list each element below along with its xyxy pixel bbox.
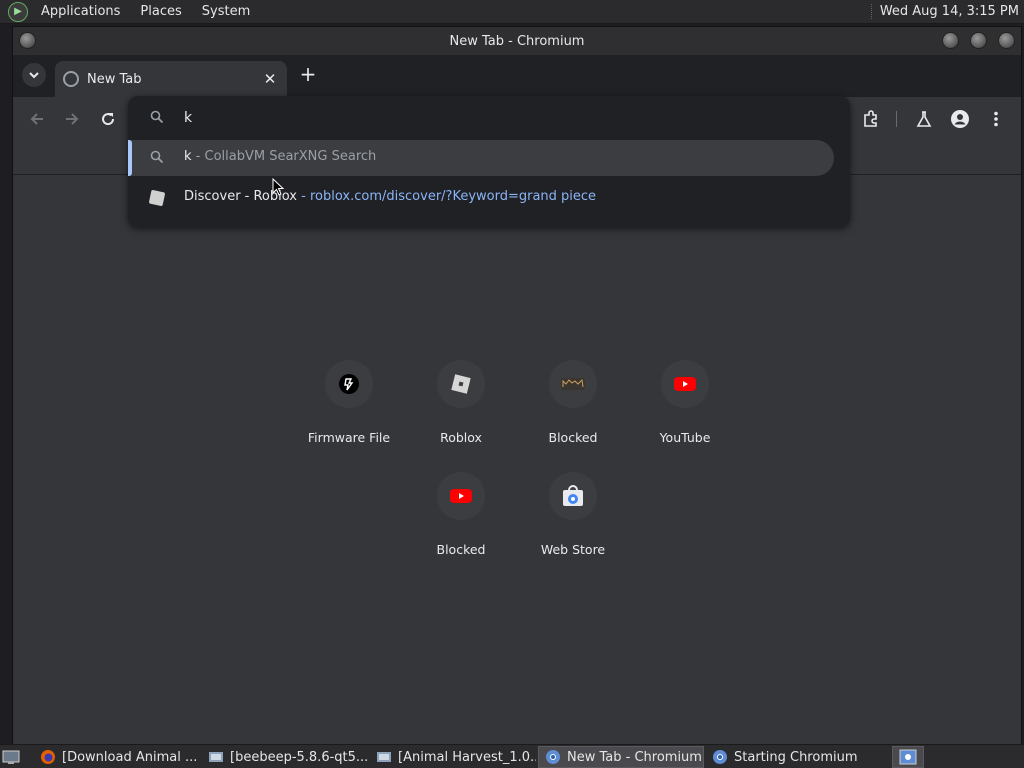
blocked-site-icon [549,360,597,408]
toolbar-divider [896,111,897,127]
menu-places[interactable]: Places [133,4,188,19]
top-panel: ▶ Applications Places System Wed Aug 14,… [0,0,1024,24]
suggestion-text: Discover - Roblox - roblox.com/discover/… [184,189,596,204]
shortcut-label: Blocked [548,430,598,445]
firefox-icon [41,750,55,764]
tab-strip: New Tab ✕ + [13,55,1021,97]
forward-button[interactable] [60,107,84,131]
suggestion-rest: - CollabVM SearXNG Search [191,149,377,164]
extensions-button[interactable] [859,107,883,131]
shortcut-youtube[interactable]: YouTube [629,360,741,472]
omnibox-dropdown: k - CollabVM SearXNG Search Discover - R… [128,96,850,227]
file-manager-icon [209,752,223,762]
back-button[interactable] [25,107,49,131]
window-titlebar[interactable]: New Tab - Chromium [13,27,1021,55]
selection-indicator [128,140,132,176]
desktop-icon [2,750,20,764]
suggestion-text: k - CollabVM SearXNG Search [184,149,376,164]
taskbar: [Download Animal ... [beebeep-5.8.6-qt5.… [0,744,1024,768]
window-title: New Tab - Chromium [449,33,585,49]
reload-button[interactable] [96,107,120,131]
firmware-file-icon [325,360,373,408]
search-icon [150,150,164,164]
search-icon [150,110,164,124]
avatar-icon [951,110,969,128]
suggestion-separator: - [297,189,310,204]
shortcut-firmware-file[interactable]: Firmware File [293,360,405,472]
kebab-menu-icon [994,111,998,127]
shortcut-label: Roblox [440,430,482,445]
reload-icon [102,113,115,126]
shortcut-label: Blocked [436,542,486,557]
close-tab-icon[interactable]: ✕ [261,70,279,88]
tab-title: New Tab [87,71,142,87]
workspace-switcher[interactable] [892,746,924,768]
menu-system[interactable]: System [195,4,257,19]
roblox-icon [148,189,166,207]
omnibox-suggestion-search[interactable]: k - CollabVM SearXNG Search [128,140,834,176]
chevron-down-icon [29,72,39,79]
maximize-button[interactable] [970,32,987,49]
workspace-icon [899,749,917,765]
menu-applications[interactable]: Applications [34,4,127,19]
youtube-icon [437,472,485,520]
suggestion-url: roblox.com/discover/?Keyword=grand piece [309,189,597,204]
taskbar-item-label: [Animal Harvest_1.0... [398,749,536,765]
mouse-cursor-icon [272,178,284,196]
flask-icon [916,111,932,127]
back-arrow-icon [30,113,43,125]
new-tab-button[interactable]: + [296,63,320,87]
taskbar-item-download-animal[interactable]: [Download Animal ... [34,746,200,768]
suggestion-match: k [184,149,192,164]
omnibox-input-row[interactable] [128,96,850,140]
tab-new-tab[interactable]: New Tab ✕ [55,61,287,97]
shortcut-label: Firmware File [307,430,391,445]
gnome-foot-icon[interactable]: ▶ [8,1,28,22]
profile-button[interactable] [948,107,972,131]
shortcut-web-store[interactable]: Web Store [517,472,629,584]
globe-icon [63,71,79,87]
shortcut-label: YouTube [659,430,711,445]
web-store-icon [549,472,597,520]
shortcut-roblox[interactable]: Roblox [405,360,517,472]
roblox-icon [437,360,485,408]
taskbar-item-new-tab-chromium[interactable]: New Tab - Chromium [538,746,704,768]
minimize-button[interactable] [942,32,959,49]
shortcut-blocked[interactable]: Blocked [517,360,629,472]
labs-button[interactable] [912,107,936,131]
taskbar-item-label: [Download Animal ... [62,749,198,765]
taskbar-item-starting-chromium[interactable]: Starting Chromium [706,746,872,768]
shortcut-label: Web Store [540,542,606,557]
chromium-icon [713,750,727,764]
forward-arrow-icon [66,113,79,125]
tab-search-button[interactable] [22,63,46,87]
omnibox-suggestion-roblox[interactable]: Discover - Roblox - roblox.com/discover/… [128,180,834,216]
address-bar-input[interactable] [184,107,784,129]
youtube-icon [661,360,709,408]
chromium-icon [546,750,560,764]
taskbar-item-label: New Tab - Chromium [567,749,702,765]
taskbar-item-beebeep[interactable]: [beebeep-5.8.6-qt5... [202,746,368,768]
puzzle-icon [864,110,877,127]
new-tab-page: Firmware File Roblox Blocked YouTube Blo… [13,176,1021,744]
window-menu-button[interactable] [19,32,36,49]
close-window-button[interactable] [998,32,1015,49]
taskbar-item-animal-harvest[interactable]: [Animal Harvest_1.0... [370,746,536,768]
taskbar-item-label: Starting Chromium [734,749,858,765]
menu-button[interactable] [984,107,1008,131]
taskbar-item-label: [beebeep-5.8.6-qt5... [230,749,368,765]
file-manager-icon [377,752,391,762]
shortcut-blocked-youtube[interactable]: Blocked [405,472,517,584]
clock[interactable]: Wed Aug 14, 3:15 PM [870,4,1019,19]
show-desktop-button[interactable] [2,746,26,768]
